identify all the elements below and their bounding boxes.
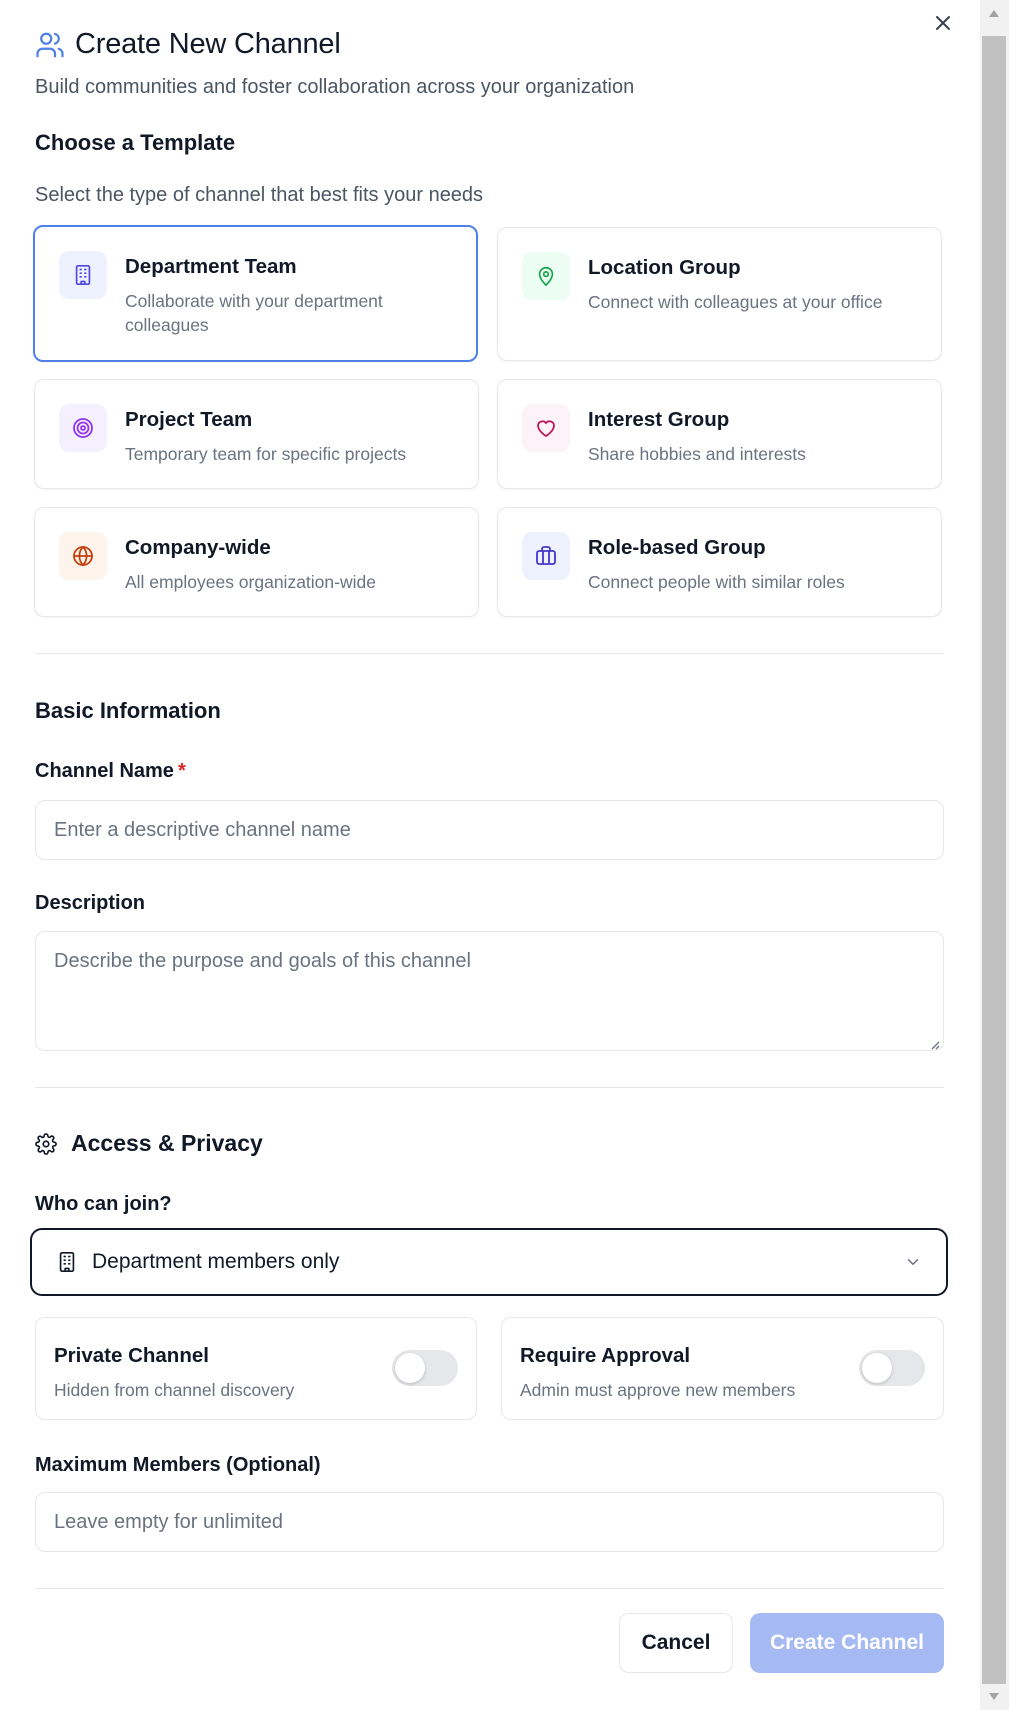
description-label: Description <box>35 892 146 914</box>
section-divider <box>35 653 944 654</box>
close-button[interactable] <box>932 12 954 34</box>
create-channel-dialog: Create New Channel Build communities and… <box>0 0 980 1710</box>
channel-name-input[interactable] <box>35 800 944 860</box>
dialog-title: Create New Channel <box>75 28 341 60</box>
template-name: Location Group <box>588 256 741 279</box>
private-channel-card: Private Channel Hidden from channel disc… <box>35 1317 477 1420</box>
map-pin-icon <box>522 252 570 300</box>
scroll-up-arrow-icon[interactable] <box>989 10 999 17</box>
template-card-department-team[interactable]: Department Team Collaborate with your de… <box>33 225 478 362</box>
vertical-scrollbar[interactable] <box>980 0 1009 1710</box>
scroll-down-arrow-icon[interactable] <box>989 1693 999 1700</box>
section-divider <box>35 1087 944 1088</box>
require-approval-card: Require Approval Admin must approve new … <box>501 1317 944 1420</box>
template-card-interest-group[interactable]: Interest Group Share hobbies and interes… <box>497 379 942 489</box>
max-members-label: Maximum Members (Optional) <box>35 1454 321 1476</box>
building-icon <box>59 1252 75 1272</box>
who-can-join-label: Who can join? <box>35 1193 172 1215</box>
template-description: Share hobbies and interests <box>588 444 806 464</box>
heart-icon <box>522 404 570 452</box>
resize-grip-icon[interactable] <box>928 1038 940 1050</box>
access-section-header: Access & Privacy <box>35 1130 263 1157</box>
briefcase-icon <box>522 532 570 580</box>
private-channel-description: Hidden from channel discovery <box>54 1380 295 1400</box>
toggle-knob <box>395 1353 425 1383</box>
toggle-knob <box>862 1353 892 1383</box>
gear-icon <box>35 1132 57 1155</box>
create-channel-button[interactable]: Create Channel <box>750 1613 944 1673</box>
template-card-role-based-group[interactable]: Role-based Group Connect people with sim… <box>497 507 942 617</box>
template-section-title: Choose a Template <box>35 130 236 155</box>
footer-divider <box>35 1588 944 1589</box>
who-can-join-select[interactable]: Department members only <box>30 1228 948 1296</box>
private-channel-title: Private Channel <box>54 1344 209 1367</box>
template-description: Collaborate with your department colleag… <box>125 291 383 335</box>
basic-info-title: Basic Information <box>35 698 221 723</box>
template-description: All employees organization-wide <box>125 572 376 592</box>
template-description: Temporary team for specific projects <box>125 444 407 464</box>
template-name: Interest Group <box>588 408 730 431</box>
private-channel-toggle[interactable] <box>392 1350 458 1386</box>
channel-name-label-text: Channel Name <box>35 760 174 782</box>
dialog-subtitle: Build communities and foster collaborati… <box>35 76 635 98</box>
template-name: Department Team <box>125 255 297 278</box>
who-can-join-value: Department members only <box>92 1250 340 1273</box>
scroll-thumb[interactable] <box>982 36 1006 1684</box>
require-approval-toggle[interactable] <box>859 1350 925 1386</box>
require-approval-title: Require Approval <box>520 1344 691 1367</box>
users-icon <box>36 32 64 57</box>
required-marker: * <box>177 760 186 782</box>
close-icon <box>936 16 950 30</box>
template-section-description: Select the type of channel that best fit… <box>35 184 484 206</box>
target-icon <box>59 404 107 452</box>
globe-icon <box>59 532 107 580</box>
template-name: Company-wide <box>125 536 271 559</box>
template-name: Role-based Group <box>588 536 766 559</box>
template-card-location-group[interactable]: Location Group Connect with colleagues a… <box>497 227 942 361</box>
building-icon <box>59 251 107 299</box>
template-card-project-team[interactable]: Project Team Temporary team for specific… <box>34 379 479 489</box>
access-section-title: Access & Privacy <box>71 1130 263 1156</box>
template-description: Connect with colleagues at your office <box>588 292 883 312</box>
dialog-header: Create New Channel <box>35 28 341 61</box>
require-approval-description: Admin must approve new members <box>520 1380 796 1400</box>
chevron-down-icon <box>907 1259 919 1265</box>
template-card-company-wide[interactable]: Company-wide All employees organization-… <box>34 507 479 617</box>
max-members-input[interactable] <box>35 1492 944 1552</box>
description-textarea[interactable] <box>35 931 944 1051</box>
channel-name-label: Channel Name * <box>35 760 186 783</box>
template-description: Connect people with similar roles <box>588 572 845 592</box>
cancel-button[interactable]: Cancel <box>619 1613 733 1673</box>
template-name: Project Team <box>125 408 253 431</box>
